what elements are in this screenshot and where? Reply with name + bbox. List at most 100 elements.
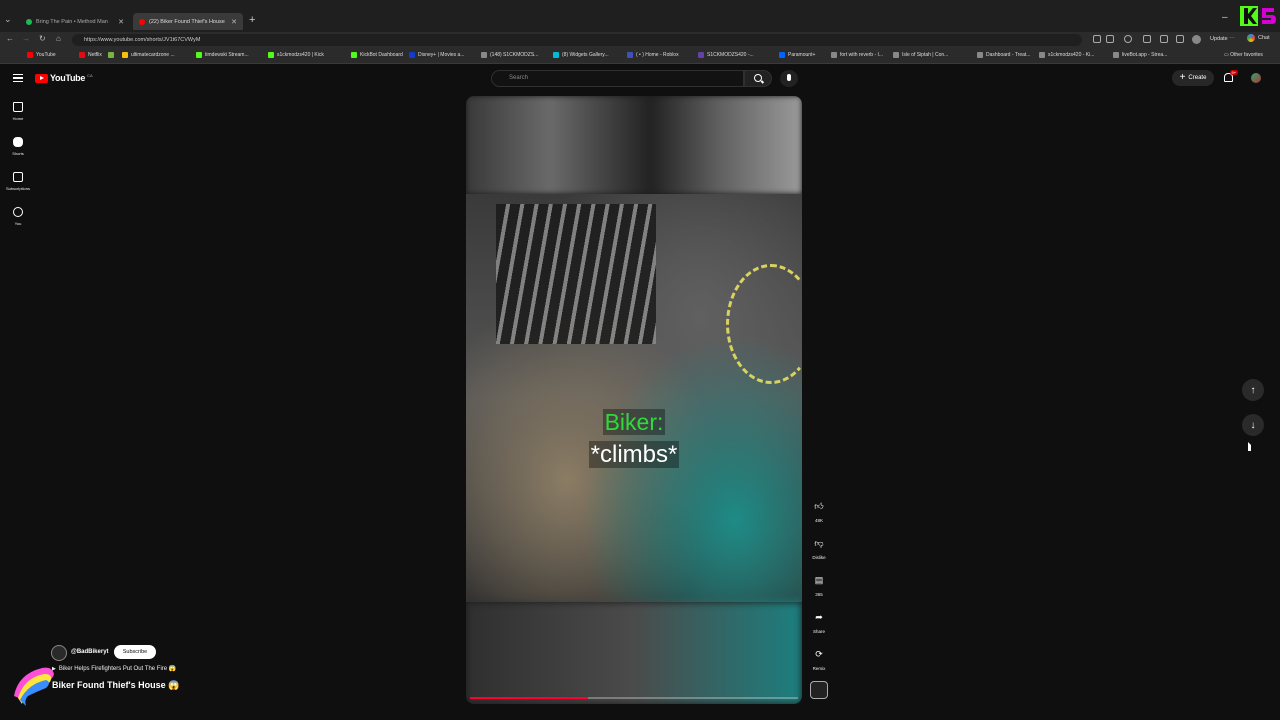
subscriptions-icon: [13, 172, 23, 182]
app-available-icon[interactable]: [1093, 35, 1101, 43]
bookmark-item[interactable]: fort with reverb - I...: [831, 52, 883, 58]
search-input[interactable]: Search: [491, 70, 744, 87]
youtube-favicon-icon: [139, 18, 145, 25]
search-button[interactable]: [744, 70, 772, 87]
favorite-star-icon[interactable]: [1106, 35, 1114, 43]
share-arrow-icon: ➦: [815, 611, 823, 622]
dislike-button[interactable]: 👎︎ Dislike: [808, 535, 830, 561]
channel-avatar[interactable]: [51, 645, 67, 661]
home-browser-icon[interactable]: ⌂: [56, 34, 61, 43]
window-minimize-button[interactable]: –: [1222, 12, 1228, 23]
youtube-logo[interactable]: YouTube CA: [35, 73, 93, 83]
bookmark-label: S1CKMODZS420 -...: [707, 52, 754, 58]
bookmark-item[interactable]: Disney+ | Movies a...: [409, 52, 464, 58]
user-avatar[interactable]: [1251, 73, 1261, 83]
reload-icon[interactable]: ↻: [39, 34, 46, 43]
browser-profile-avatar[interactable]: [1192, 35, 1201, 44]
voice-search-mic-icon[interactable]: [780, 70, 798, 87]
tab-list-chevron-icon[interactable]: ⌄: [4, 14, 16, 26]
video-frame-main: [466, 194, 802, 602]
guide-label: Home: [12, 116, 24, 121]
bookmark-favicon-icon: [481, 52, 487, 58]
share-button[interactable]: ➦ Share: [808, 609, 830, 635]
bookmark-item[interactable]: (148) S1CKMODZS...: [481, 52, 538, 58]
bookmark-favicon-icon: [698, 52, 704, 58]
bookmark-item[interactable]: YouTube: [27, 52, 56, 58]
guide-item-home[interactable]: Home: [0, 102, 36, 121]
bookmark-item[interactable]: Dashboard - Treat...: [977, 52, 1030, 58]
bookmark-label: s1ckmodzs420 | Kick: [277, 52, 324, 58]
bookmark-favicon-icon: [1113, 52, 1119, 58]
related-video-link[interactable]: ▶ Biker Helps Firefighters Put Out The Fi…: [52, 665, 176, 673]
video-frame-top: [466, 96, 802, 194]
update-button[interactable]: Update ⋯: [1207, 34, 1238, 44]
chat-button[interactable]: Chat: [1247, 34, 1270, 42]
bookmark-item[interactable]: S1CKMODZS420 -...: [698, 52, 754, 58]
youtube-play-logo-icon: [35, 73, 48, 83]
downloads-icon[interactable]: [1176, 35, 1184, 43]
previous-short-arrow-up-icon[interactable]: ↑: [1242, 379, 1264, 401]
back-arrow-icon[interactable]: ←: [6, 34, 14, 43]
short-title: Biker Found Thief's House 😱: [52, 680, 180, 690]
bookmark-item[interactable]: Netflix: [79, 52, 102, 58]
split-screen-icon[interactable]: [1143, 35, 1151, 43]
caption-action: *climbs*: [466, 441, 802, 469]
metal-grate-image: [496, 204, 656, 344]
video-frame-bottom: [466, 602, 802, 704]
bookmark-favicon-icon: [79, 52, 85, 58]
new-tab-button[interactable]: +: [249, 14, 255, 26]
shorts-icon: [13, 137, 23, 147]
forward-arrow-icon[interactable]: →: [22, 34, 30, 43]
remix-icon: ⟳: [815, 648, 823, 659]
bookmark-label: Isle of Siptah | Con...: [902, 52, 949, 58]
copilot-icon: [1247, 34, 1255, 42]
bookmark-item[interactable]: Isle of Siptah | Con...: [893, 52, 948, 58]
caption-action-text: *climbs*: [588, 441, 680, 468]
guide-label: You: [14, 221, 22, 226]
bookmark-item[interactable]: KickBot Dashboard: [351, 52, 403, 58]
next-short-arrow-down-icon[interactable]: ↓: [1242, 414, 1264, 436]
sound-channel-thumbnail[interactable]: [810, 681, 828, 699]
bookmark-item[interactable]: ( • ) Home - Roblox: [627, 52, 679, 58]
extension-icon[interactable]: [1124, 35, 1132, 43]
bookmark-label: s1ckmodzs420 - Ki...: [1048, 52, 1095, 58]
bookmark-item[interactable]: liveBot.app - Strea...: [1113, 52, 1167, 58]
url-bar[interactable]: https://www.youtube.com/shorts/JV1t67CVW…: [72, 34, 1082, 46]
favorites-icon[interactable]: [1160, 35, 1168, 43]
bookmark-item[interactable]: ultimatecardzone ...: [122, 52, 175, 58]
guide-item-shorts[interactable]: Shorts: [0, 137, 36, 156]
bookmark-item[interactable]: [108, 52, 117, 58]
other-favorites-folder[interactable]: ▭ Other favorites: [1224, 52, 1263, 58]
browser-tab-youtube-short[interactable]: (22) Biker Found Thief's House ✕: [133, 13, 243, 30]
bookmark-item[interactable]: s1ckmodzs420 | Kick: [268, 52, 324, 58]
hamburger-menu-icon[interactable]: [13, 74, 23, 82]
guide-label: Subscriptions: [5, 186, 30, 191]
create-button[interactable]: + Create: [1172, 70, 1214, 86]
video-progress-bar[interactable]: [470, 697, 798, 699]
bookmark-label: Paramount+: [788, 52, 816, 58]
bookmark-item[interactable]: s1ckmodzs420 - Ki...: [1039, 52, 1094, 58]
short-video-player[interactable]: Biker: *climbs*: [466, 96, 802, 704]
bookmark-label: fort with reverb - I...: [840, 52, 884, 58]
guide-item-you[interactable]: You: [0, 207, 36, 226]
other-favorites-label: Other favorites: [1230, 52, 1263, 58]
tab-close-icon[interactable]: ✕: [231, 18, 237, 26]
chat-label: Chat: [1258, 35, 1270, 41]
guide-item-subscriptions[interactable]: Subscriptions: [0, 172, 36, 191]
comments-button[interactable]: ▤ 365: [808, 572, 830, 598]
thumbs-up-icon: 👍︎: [814, 500, 824, 511]
subscribe-button[interactable]: Subscribe: [114, 645, 156, 659]
channel-name[interactable]: @BadBikeryt: [71, 649, 109, 655]
bookmark-label: timdewski Stream...: [205, 52, 249, 58]
comment-icon: ▤: [814, 574, 824, 585]
bookmark-item[interactable]: Paramount+: [779, 52, 815, 58]
remix-button[interactable]: ⟳ Remix: [808, 646, 830, 672]
share-label: Share: [812, 629, 825, 634]
tab-close-icon[interactable]: ✕: [118, 18, 124, 26]
like-button[interactable]: 👍︎ 48K: [808, 498, 830, 524]
plus-icon: +: [1179, 72, 1186, 83]
bookmark-item[interactable]: (8) Widgets Gallery...: [553, 52, 609, 58]
browser-tab-music[interactable]: Bring The Pain • Method Man ✕: [20, 13, 130, 30]
video-progress-fill: [470, 697, 589, 699]
bookmark-item[interactable]: timdewski Stream...: [196, 52, 249, 58]
